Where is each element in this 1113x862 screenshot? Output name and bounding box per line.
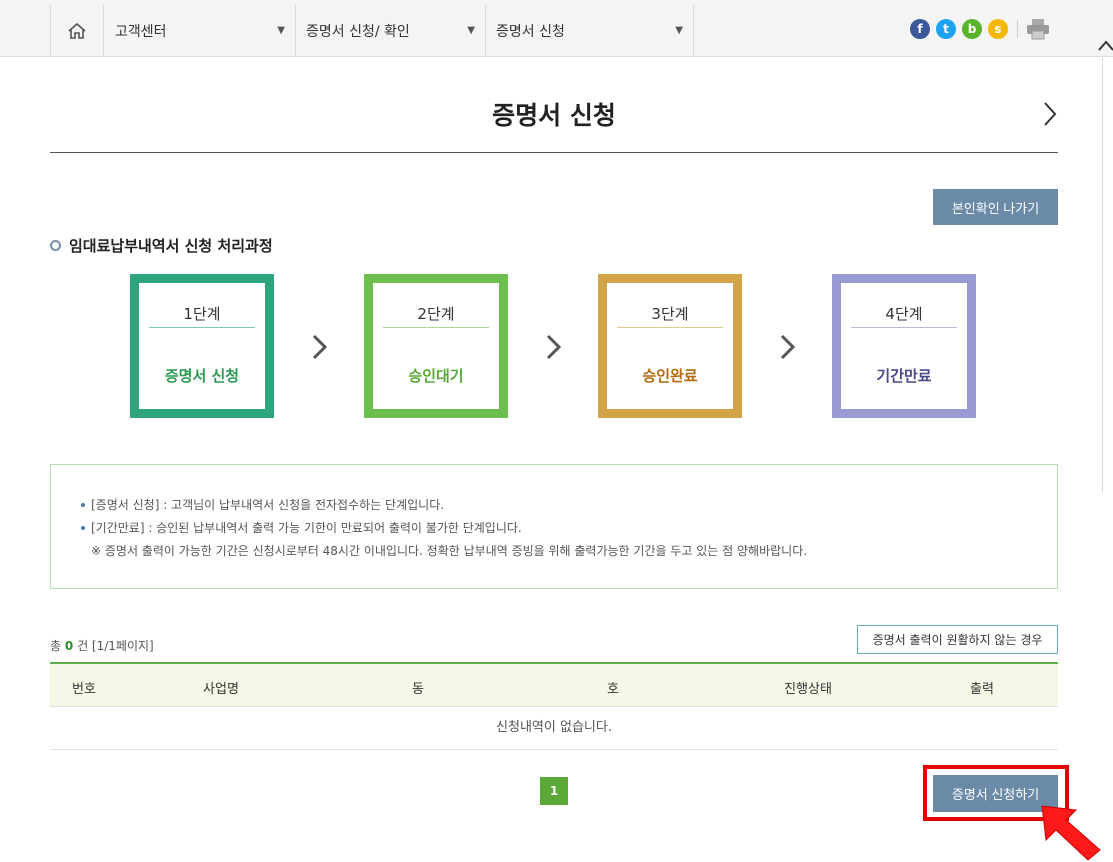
kakaostory-icon[interactable]: s [988,19,1008,39]
column-header: 사업명 [203,682,239,697]
step-name: 승인완료 [642,367,698,385]
column-header: 번호 [72,682,96,697]
bullet-icon [50,240,61,251]
chevron-right-icon [312,334,328,360]
step-stage: 3단계 [651,305,689,323]
total-prefix: 총 [50,639,62,653]
step-name: 승인대기 [408,367,464,385]
breadcrumb-label: 고객센터 [115,24,167,40]
print-icon[interactable] [1026,18,1050,40]
step-card-1: 1단계 증명서 신청 [130,274,274,418]
home-icon [68,22,86,39]
column-header: 진행상태 [784,682,832,697]
chevron-down-icon: ▼ [277,25,285,36]
breadcrumb-dropdown-1[interactable]: 고객센터 ▼ [105,5,296,57]
chevron-up-icon[interactable] [1097,36,1113,54]
bullet-icon [81,502,85,507]
info-note: ※ 증명서 출력이 가능한 기간은 신청시로부터 48시간 이내입니다. 정확한… [91,544,808,558]
divider [1017,20,1018,38]
chevron-down-icon: ▼ [675,25,683,36]
print-help-button[interactable]: 증명서 출력이 원활하지 않는 경우 [857,625,1058,654]
chevron-right-icon [780,334,796,360]
band-icon[interactable]: b [962,19,982,39]
process-heading-text: 임대료납부내역서 신청 처리과정 [69,237,273,255]
chevron-down-icon: ▼ [467,25,475,36]
application-table: 번호 사업명 동 호 진행상태 출력 신청내역이 없습니다. [50,662,1058,750]
step-card-3: 3단계 승인완료 [598,274,742,418]
total-number: 0 [64,639,74,653]
column-header: 출력 [970,682,994,697]
chevron-right-icon[interactable] [1040,99,1060,129]
total-suffix: 건 [1/1페이지] [77,639,154,653]
step-divider [617,327,723,328]
info-box: [증명서 신청] : 고객님이 납부내역서 신청을 전자접수하는 단계입니다. … [50,464,1058,589]
top-navigation-bar: 고객센터 ▼ 증명서 신청/ 확인 ▼ 증명서 신청 ▼ f t b s [0,0,1113,57]
table-header: 번호 사업명 동 호 진행상태 출력 [50,662,1058,707]
step-name: 증명서 신청 [164,367,240,385]
step-card-4: 4단계 기간만료 [832,274,976,418]
step-stage: 2단계 [417,305,455,323]
facebook-icon[interactable]: f [910,19,930,39]
info-item: [기간만료] : 승인된 납부내역서 출력 가능 기한이 만료되어 출력이 불가… [81,519,522,536]
step-divider [149,327,255,328]
empty-message: 신청내역이 없습니다. [50,707,1058,750]
column-header: 호 [607,682,619,697]
exit-verification-button[interactable]: 본인확인 나가기 [933,189,1058,225]
info-item: [증명서 신청] : 고객님이 납부내역서 신청을 전자접수하는 단계입니다. [81,496,444,513]
page-button-1[interactable]: 1 [540,777,568,805]
home-button[interactable] [50,5,104,57]
bullet-icon [81,525,85,530]
side-panel-edge [1102,58,1113,492]
chevron-right-icon [546,334,562,360]
step-card-2: 2단계 승인대기 [364,274,508,418]
arrow-pointer-icon [1041,805,1101,861]
column-header: 동 [412,682,424,697]
step-stage: 1단계 [183,305,221,323]
title-divider [50,152,1058,153]
step-divider [383,327,489,328]
breadcrumb-label: 증명서 신청 [496,24,565,40]
step-divider [851,327,957,328]
breadcrumb-dropdown-2[interactable]: 증명서 신청/ 확인 ▼ [296,5,486,57]
info-text: [증명서 신청] : 고객님이 납부내역서 신청을 전자접수하는 단계입니다. [91,498,445,512]
page-title: 증명서 신청 [492,101,616,130]
breadcrumb-label: 증명서 신청/ 확인 [306,24,410,40]
breadcrumb-dropdown-3[interactable]: 증명서 신청 ▼ [486,5,694,57]
process-heading: 임대료납부내역서 신청 처리과정 [50,235,273,256]
total-count: 총 0 건 [1/1페이지] [50,637,154,654]
step-name: 기간만료 [876,367,932,385]
step-stage: 4단계 [885,305,923,323]
twitter-icon[interactable]: t [936,19,956,39]
info-text: [기간만료] : 승인된 납부내역서 출력 가능 기한이 만료되어 출력이 불가… [91,521,522,535]
